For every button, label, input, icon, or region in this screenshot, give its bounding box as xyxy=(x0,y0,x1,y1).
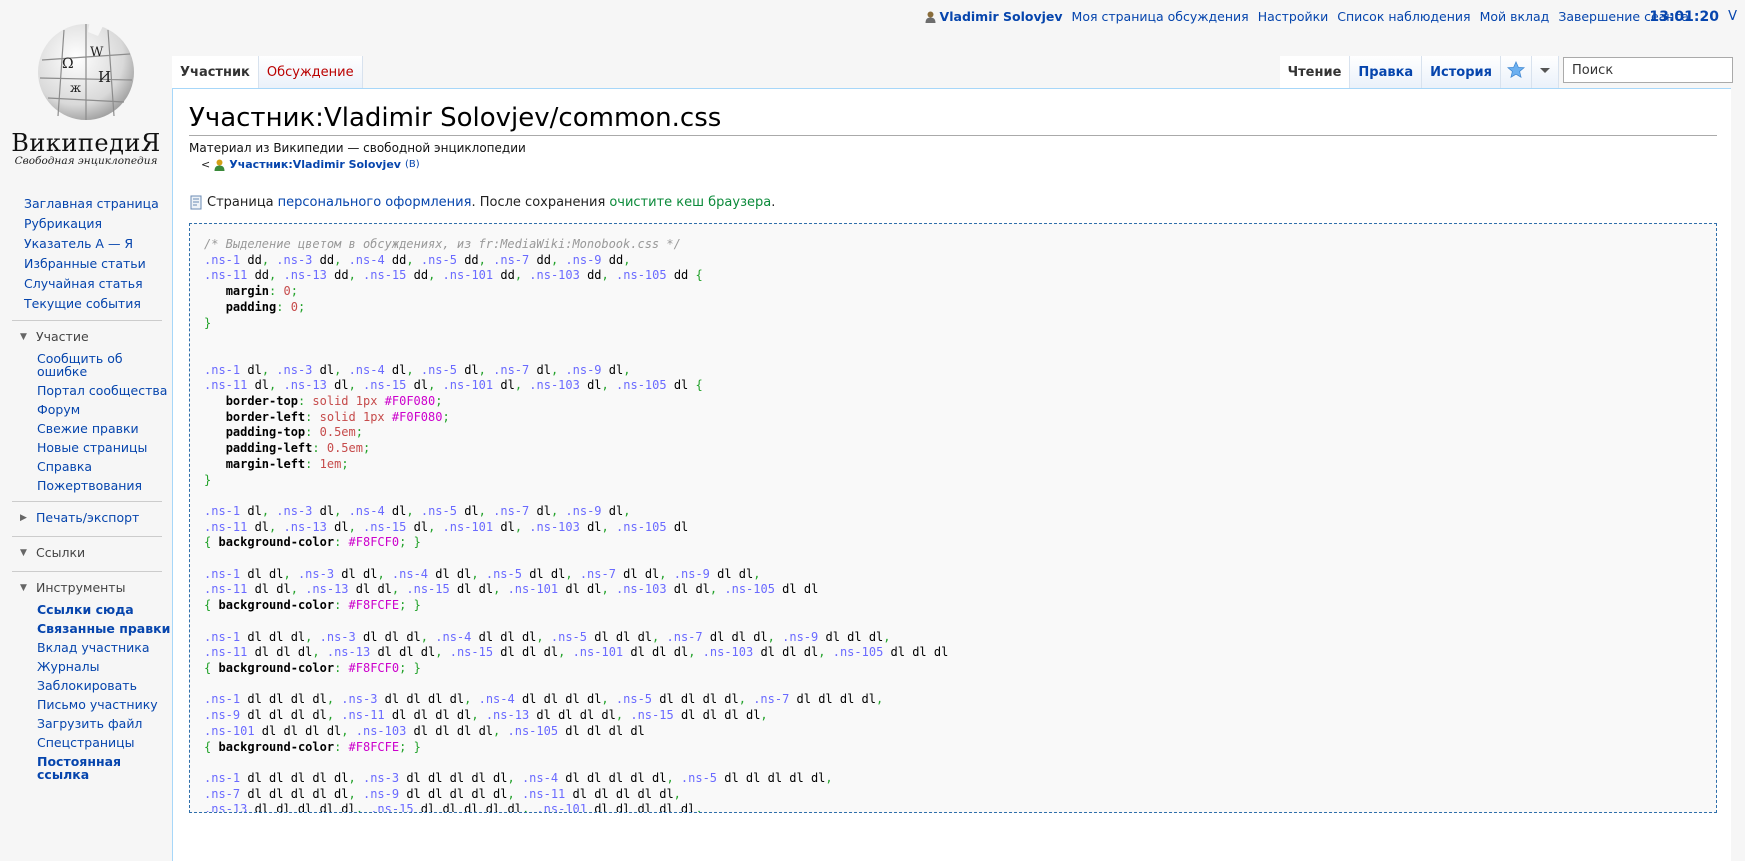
portal-participation: Сообщить об ошибке Портал сообщества Фор… xyxy=(0,349,172,495)
clock-suffix: V xyxy=(1728,9,1737,24)
view-tabs: Чтение Правка История xyxy=(1279,56,1559,88)
search-input[interactable] xyxy=(1570,61,1744,79)
triangle-down-icon: ▼ xyxy=(20,582,27,593)
user-icon xyxy=(214,159,225,171)
more-actions-dropdown[interactable] xyxy=(1532,56,1559,88)
svg-text:И: И xyxy=(98,68,111,86)
css-notice: Страница персонального оформления. После… xyxy=(189,195,1717,210)
triangle-down-icon: ▼ xyxy=(20,331,27,342)
tab-read[interactable]: Чтение xyxy=(1279,56,1351,88)
user-icon xyxy=(925,11,936,23)
sidebar-item-report-error[interactable]: Сообщить об ошибке xyxy=(0,349,172,381)
sidebar-item-categories[interactable]: Рубрикация xyxy=(0,214,172,234)
sidebar-item-main-page[interactable]: Заглавная страница xyxy=(0,194,172,214)
parent-page-link[interactable]: Участник:Vladimir Solovjev xyxy=(229,158,401,171)
sidebar-item-recent-changes[interactable]: Свежие правки xyxy=(0,419,172,438)
sidebar: Заглавная страница Рубрикация Указатель … xyxy=(0,194,172,784)
portal-print-toggle[interactable]: ▶ Печать/экспорт xyxy=(12,501,162,530)
user-link[interactable]: Vladimir Solovjev xyxy=(940,9,1063,24)
sidebar-item-what-links-here[interactable]: Ссылки сюда xyxy=(0,600,172,619)
sidebar-item-special-pages[interactable]: Спецстраницы xyxy=(0,733,172,752)
sidebar-item-permalink[interactable]: Постоянная ссылка xyxy=(0,752,172,784)
sidebar-item-new-pages[interactable]: Новые страницы xyxy=(0,438,172,457)
css-source-code: /* Выделение цветом в обсуждениях, из fr… xyxy=(189,223,1717,813)
sidebar-item-community-portal[interactable]: Портал сообщества xyxy=(0,381,172,400)
parent-page-mark[interactable]: (В) xyxy=(405,159,420,170)
triangle-down-icon: ▼ xyxy=(20,547,27,558)
namespace-tabs: Участник Обсуждение xyxy=(172,56,363,88)
personal-styling-link[interactable]: персонального оформления xyxy=(278,195,472,210)
subpages-breadcrumb: < Участник:Vladimir Solovjev (В) xyxy=(201,158,1717,171)
sidebar-item-logs[interactable]: Журналы xyxy=(0,657,172,676)
personal-user[interactable]: Vladimir Solovjev xyxy=(925,9,1063,24)
sidebar-item-index[interactable]: Указатель А — Я xyxy=(0,234,172,254)
clear-cache-link[interactable]: очистите кеш браузера xyxy=(609,195,771,210)
sidebar-item-featured[interactable]: Избранные статьи xyxy=(0,254,172,274)
svg-text:Ω: Ω xyxy=(62,56,74,72)
watch-star-button[interactable] xyxy=(1501,56,1532,88)
portal-links-toggle[interactable]: ▼ Ссылки xyxy=(12,536,162,565)
site-subtitle: Материал из Википедии — свободной энцикл… xyxy=(189,141,526,155)
sidebar-item-block[interactable]: Заблокировать xyxy=(0,676,172,695)
portal-tools-toggle[interactable]: ▼ Инструменты xyxy=(12,571,162,600)
contributions-link[interactable]: Мой вклад xyxy=(1480,9,1550,24)
personal-tools: Vladimir Solovjev Моя страница обсуждени… xyxy=(925,9,1689,24)
preferences-link[interactable]: Настройки xyxy=(1258,9,1329,24)
search-box[interactable] xyxy=(1563,57,1744,83)
sidebar-item-related-changes[interactable]: Связанные правки xyxy=(0,619,172,638)
watchlist-link[interactable]: Список наблюдения xyxy=(1337,9,1470,24)
tab-talk[interactable]: Обсуждение xyxy=(258,56,363,88)
document-icon xyxy=(190,195,202,210)
sidebar-item-current-events[interactable]: Текущие события xyxy=(0,294,172,314)
sidebar-navigation: Заглавная страница Рубрикация Указатель … xyxy=(0,194,172,314)
portal-tools: Ссылки сюда Связанные правки Вклад участ… xyxy=(0,600,172,784)
triangle-right-icon: ▶ xyxy=(20,512,27,523)
sidebar-item-user-contribs[interactable]: Вклад участника xyxy=(0,638,172,657)
site-logo[interactable]: Ω W И ж ВикипедиЯ Свободная энциклопедия xyxy=(0,0,172,170)
chevron-down-icon xyxy=(1540,68,1550,73)
logo-tagline: Свободная энциклопедия xyxy=(14,155,158,167)
sidebar-item-upload[interactable]: Загрузить файл xyxy=(0,714,172,733)
sidebar-item-random[interactable]: Случайная статья xyxy=(0,274,172,294)
logo-wordmark: ВикипедиЯ xyxy=(11,129,161,157)
my-talk-link[interactable]: Моя страница обсуждения xyxy=(1072,9,1249,24)
back-arrow: < xyxy=(201,158,211,171)
tab-history[interactable]: История xyxy=(1422,56,1501,88)
star-icon xyxy=(1506,60,1526,78)
sidebar-item-donate[interactable]: Пожертвования xyxy=(0,476,172,495)
wikipedia-globe-icon: Ω W И ж xyxy=(38,20,134,120)
content-area: Участник:Vladimir Solovjev/common.css Ма… xyxy=(172,88,1731,861)
sidebar-item-email-user[interactable]: Письмо участнику xyxy=(0,695,172,714)
svg-text:W: W xyxy=(90,45,104,60)
tab-edit[interactable]: Правка xyxy=(1350,56,1423,88)
tab-user[interactable]: Участник xyxy=(172,56,259,88)
utc-clock[interactable]: 13:01:20 xyxy=(1649,9,1719,25)
portal-participation-toggle[interactable]: ▼ Участие xyxy=(12,320,162,349)
sidebar-item-help[interactable]: Справка xyxy=(0,457,172,476)
page-title: Участник:Vladimir Solovjev/common.css xyxy=(189,103,1717,136)
svg-text:ж: ж xyxy=(70,81,81,95)
sidebar-item-forum[interactable]: Форум xyxy=(0,400,172,419)
